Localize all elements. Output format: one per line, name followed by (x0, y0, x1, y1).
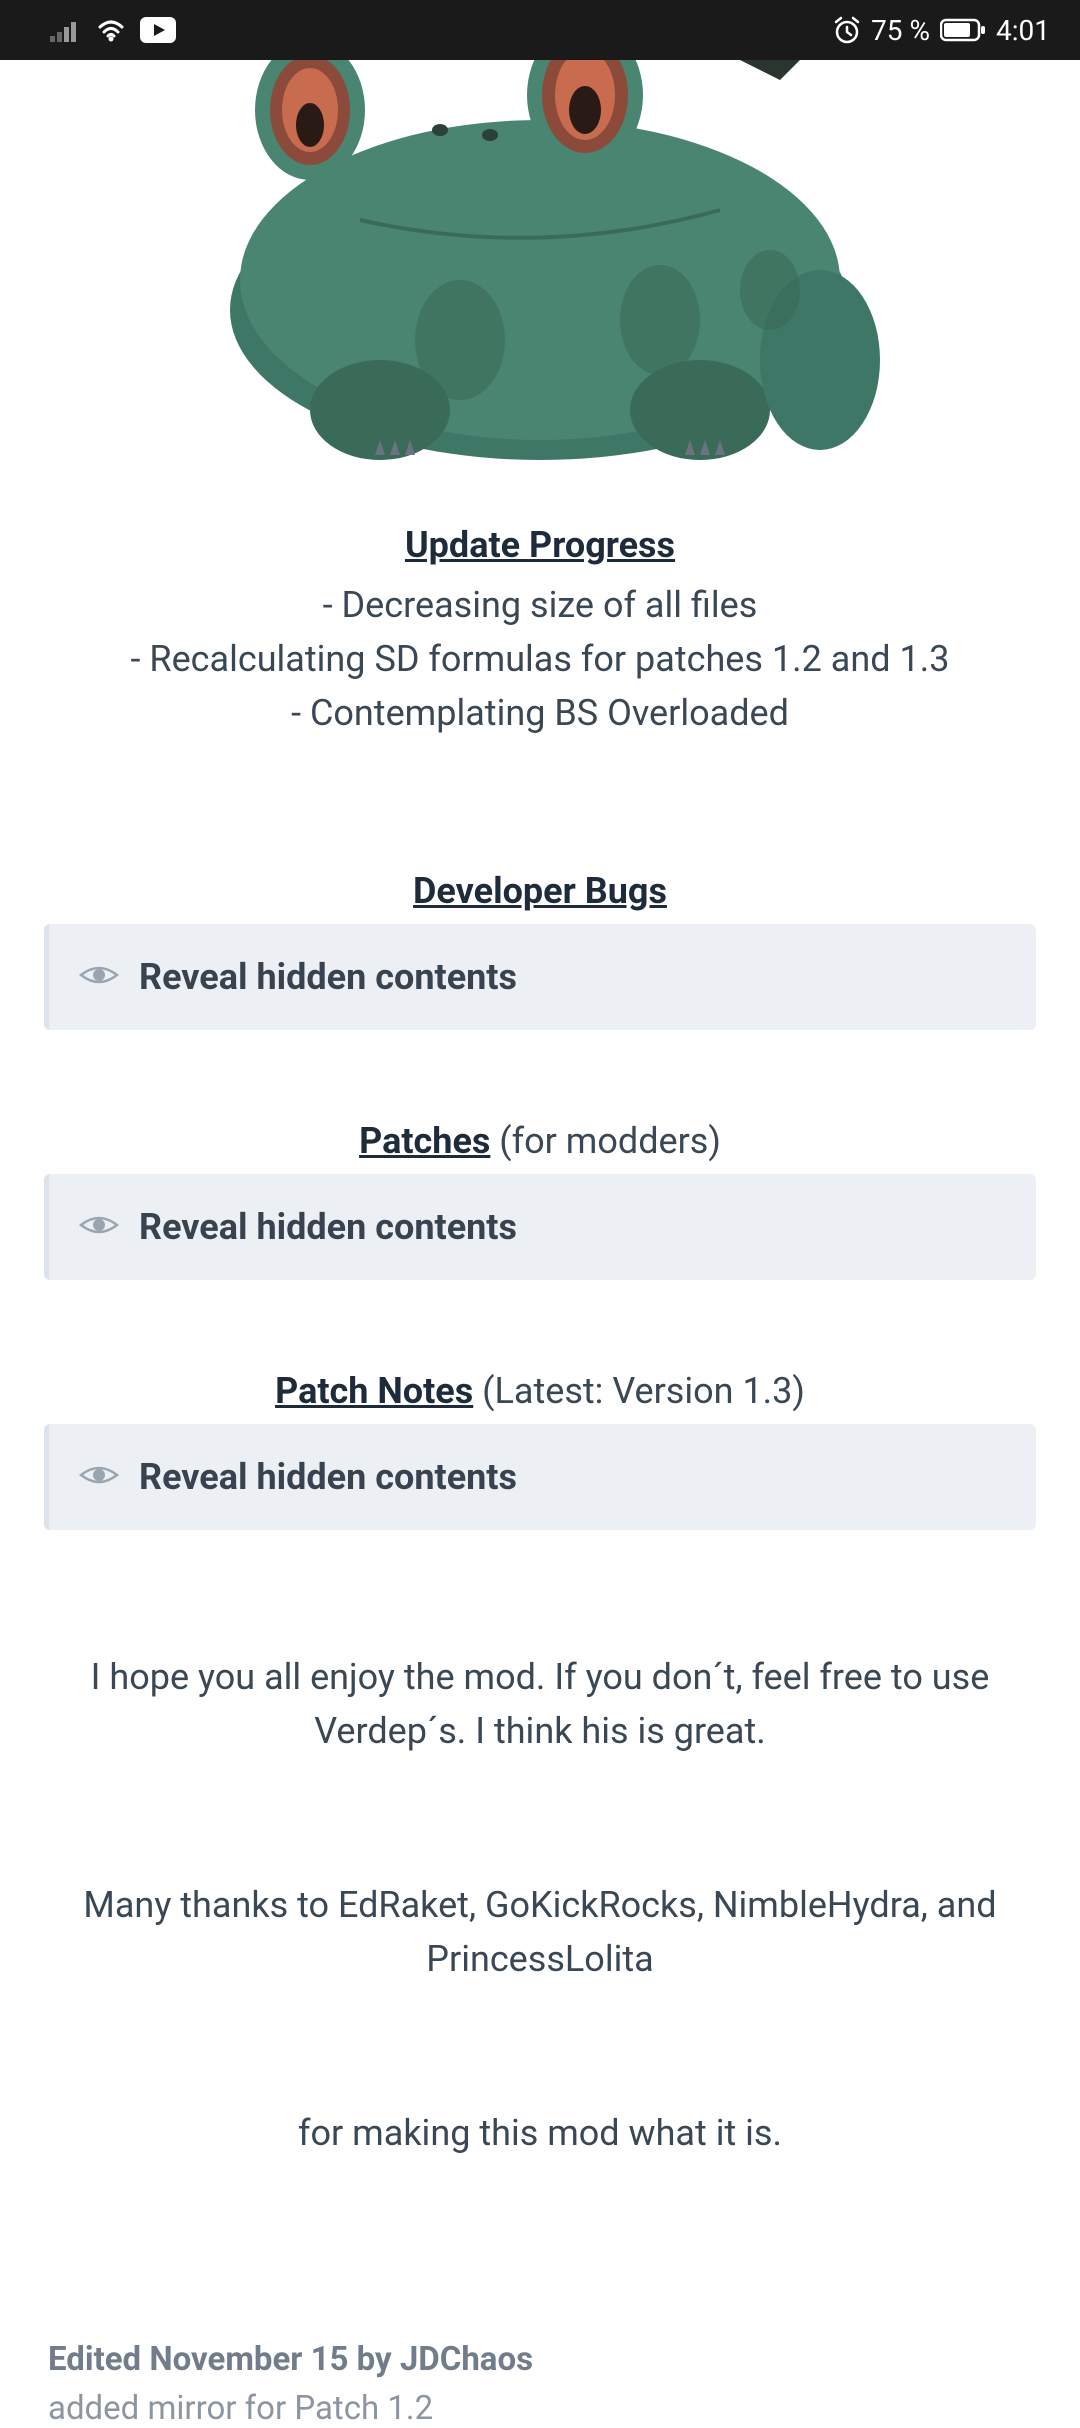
spoiler-label: Reveal hidden contents (139, 956, 517, 998)
battery-percent: 75 % (871, 14, 930, 47)
patch-notes-heading: Patch Notes (Latest: Version 1.3) (44, 1370, 1036, 1412)
signal-icon (50, 18, 82, 42)
spoiler-patch-notes[interactable]: Reveal hidden contents (44, 1424, 1036, 1530)
spoiler-label: Reveal hidden contents (139, 1456, 517, 1498)
update-progress-title: Update Progress (405, 524, 675, 566)
status-bar: 75 % 4:01 (0, 0, 1080, 60)
youtube-icon (140, 17, 176, 43)
closing-paragraph-2: Many thanks to EdRaket, GoKickRocks, Nim… (44, 1878, 1036, 1986)
patches-suffix: (for modders) (490, 1120, 721, 1162)
edited-by-line: Edited November 15 by JDChaos (48, 2340, 1032, 2379)
wifi-icon (94, 17, 128, 43)
creature-image (180, 60, 900, 460)
alarm-icon (833, 16, 861, 44)
edit-reason: added mirror for Patch 1.2 (48, 2389, 1032, 2428)
eye-icon (79, 1461, 119, 1493)
dev-bugs-title: Developer Bugs (413, 870, 667, 912)
dev-bugs-heading: Developer Bugs (44, 870, 1036, 912)
status-right: 75 % 4:01 (833, 14, 1050, 47)
patch-notes-suffix: (Latest: Version 1.3) (473, 1370, 805, 1412)
status-left (50, 17, 176, 43)
patches-title: Patches (359, 1120, 490, 1162)
spoiler-patches[interactable]: Reveal hidden contents (44, 1174, 1036, 1280)
patches-heading: Patches (for modders) (44, 1120, 1036, 1162)
clock-time: 4:01 (996, 14, 1050, 47)
edit-footer: Edited November 15 by JDChaos added mirr… (44, 2340, 1036, 2428)
eye-icon (79, 961, 119, 993)
post-content: Update Progress - Decreasing size of all… (0, 60, 1080, 2428)
patch-notes-title: Patch Notes (275, 1370, 473, 1412)
update-item-1: - Decreasing size of all files (44, 578, 1036, 632)
spoiler-label: Reveal hidden contents (139, 1206, 517, 1248)
eye-icon (79, 1211, 119, 1243)
update-progress-section: Update Progress - Decreasing size of all… (44, 524, 1036, 740)
update-item-3: - Contemplating BS Overloaded (44, 686, 1036, 740)
update-item-2: - Recalculating SD formulas for patches … (44, 632, 1036, 686)
battery-icon (940, 18, 986, 42)
spoiler-dev-bugs[interactable]: Reveal hidden contents (44, 924, 1036, 1030)
closing-paragraph-1: I hope you all enjoy the mod. If you don… (44, 1650, 1036, 1758)
post-image (44, 60, 1036, 464)
closing-paragraph-3: for making this mod what it is. (44, 2106, 1036, 2160)
